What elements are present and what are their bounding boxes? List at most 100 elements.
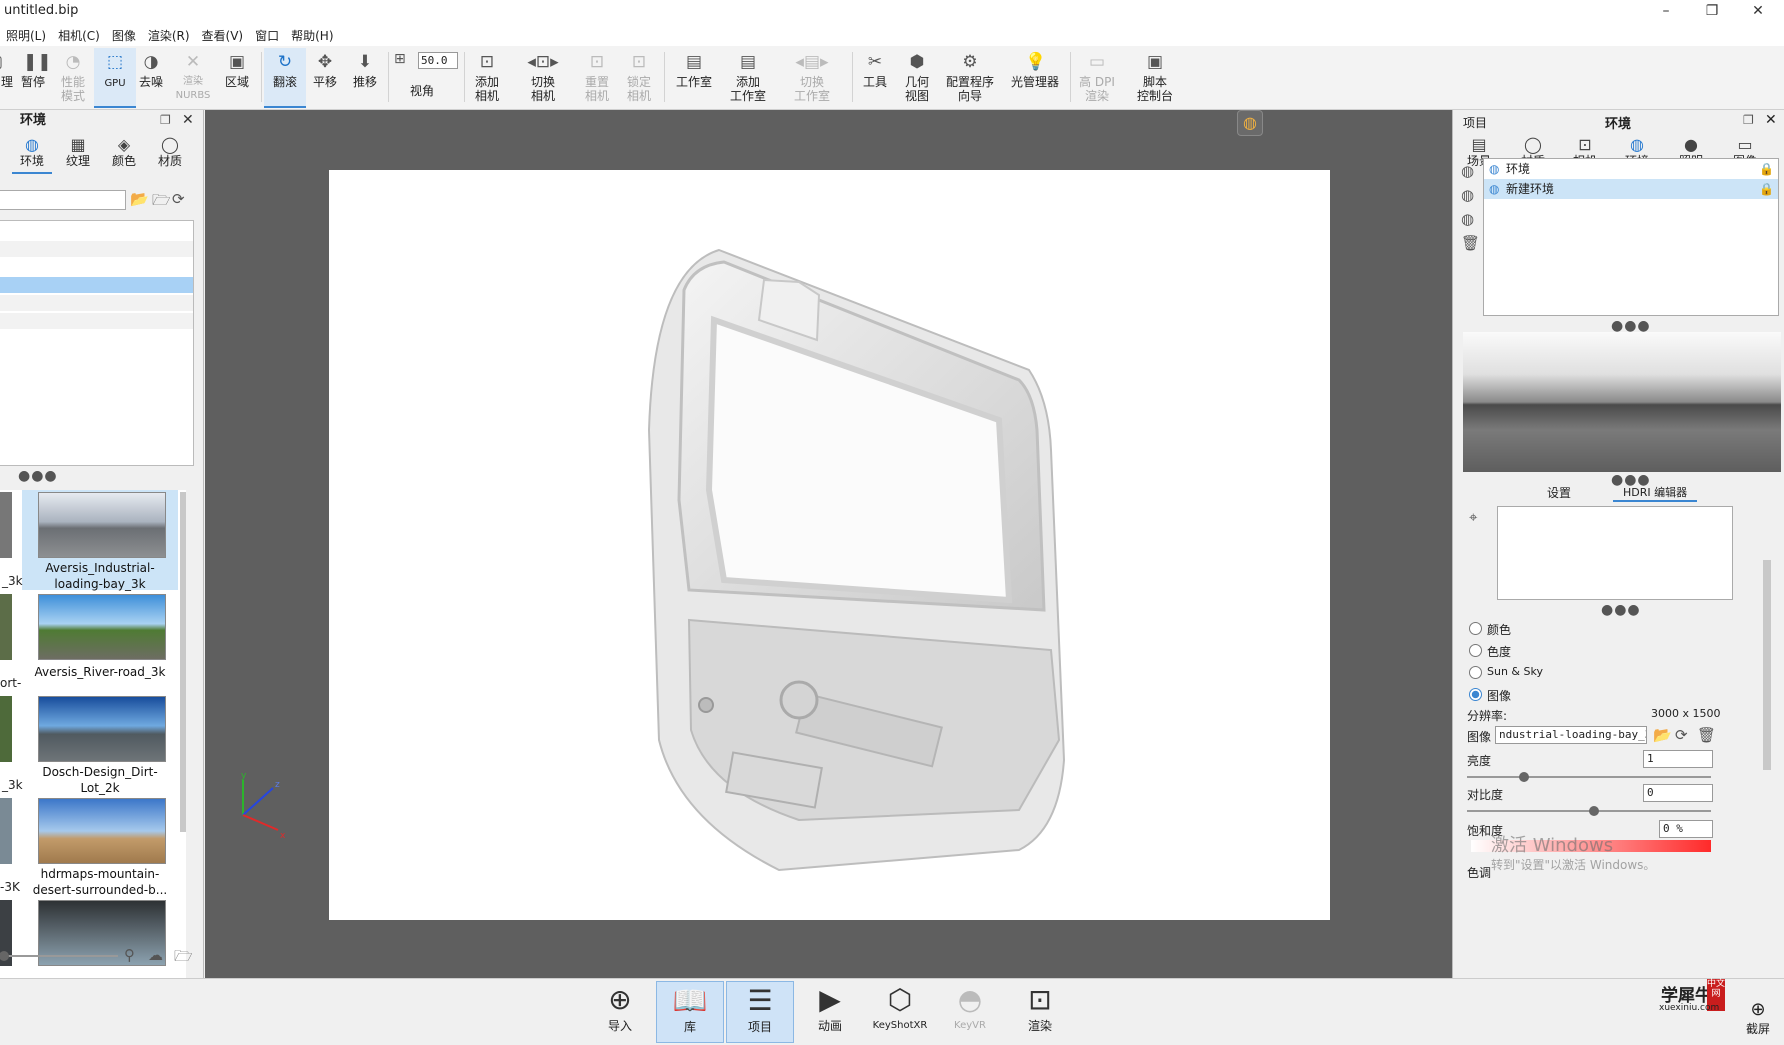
hdri-thumbnail[interactable] bbox=[0, 798, 12, 864]
panel-scrollbar[interactable] bbox=[1763, 560, 1771, 770]
delete-icon[interactable]: 🗑 bbox=[1461, 234, 1480, 252]
contrast-slider[interactable] bbox=[1467, 806, 1711, 816]
add-environment-icon[interactable]: ◍ bbox=[1461, 162, 1474, 180]
reset-camera-button[interactable]: ⊡ 重置 相机 bbox=[576, 48, 618, 108]
tab-settings[interactable]: 设置 bbox=[1547, 484, 1571, 501]
list-item[interactable] bbox=[0, 223, 193, 239]
switch-camera-button[interactable]: ◂⊡▸ 切换 相机 bbox=[518, 48, 568, 108]
tab-environment[interactable]: ◍环境 bbox=[12, 136, 52, 174]
hdri-preview[interactable] bbox=[1463, 332, 1781, 472]
list-item[interactable] bbox=[0, 295, 193, 311]
hdri-thumbnail[interactable] bbox=[38, 594, 166, 660]
contrast-input[interactable]: 0 bbox=[1643, 784, 1713, 802]
library-button[interactable]: 📖 库 bbox=[656, 981, 724, 1043]
script-console-button[interactable]: ▣ 脚本 控制台 bbox=[1134, 48, 1176, 108]
tab-material[interactable]: ◯材质 bbox=[150, 136, 190, 174]
configurator-wizard-button[interactable]: ⚙ 配置程序 向导 bbox=[940, 48, 1000, 108]
project-button[interactable]: ☰ 项目 bbox=[726, 981, 794, 1043]
tab-texture[interactable]: ▦ 纹理 bbox=[58, 136, 98, 174]
minimize-button[interactable]: – bbox=[1646, 0, 1686, 22]
list-item[interactable] bbox=[0, 259, 193, 275]
menu-lighting[interactable]: 照明(L) bbox=[0, 24, 52, 47]
fov-input[interactable]: 50.0 bbox=[418, 52, 458, 69]
folder-icon[interactable]: 📂 bbox=[130, 190, 149, 208]
thumbnail-size-slider[interactable] bbox=[0, 951, 118, 961]
bg-color-radio[interactable] bbox=[1469, 622, 1482, 635]
add-camera-button[interactable]: ⊡ 添加 相机 bbox=[466, 48, 508, 108]
thumbnail-scrollbar[interactable] bbox=[180, 492, 186, 832]
geometry-view-button[interactable]: ⬢ 几何 视图 bbox=[896, 48, 938, 108]
slider-knob[interactable] bbox=[1519, 772, 1529, 782]
saturation-input[interactable]: 0 % bbox=[1659, 820, 1713, 838]
switch-studio-button[interactable]: ◂▤▸ 切换 工作室 bbox=[782, 48, 842, 108]
delete-icon[interactable]: 🗑 bbox=[1697, 726, 1716, 744]
pan-button[interactable]: ✥ 平移 bbox=[304, 48, 346, 108]
render-viewport[interactable]: ◍ y z x bbox=[205, 110, 1452, 978]
close-button[interactable]: ✕ bbox=[1738, 0, 1778, 22]
undock-icon[interactable]: ❐ bbox=[160, 113, 171, 127]
slider-knob[interactable] bbox=[1589, 806, 1599, 816]
menu-camera[interactable]: 相机(C) bbox=[52, 24, 106, 47]
environment-settings-icon[interactable]: ◍ bbox=[1461, 210, 1474, 228]
render-canvas[interactable] bbox=[329, 170, 1330, 920]
close-icon[interactable]: ✕ bbox=[1765, 112, 1777, 128]
light-manager-button[interactable]: 💡 光管理器 bbox=[1006, 48, 1064, 108]
zoom-icon[interactable]: ⚲ bbox=[124, 946, 135, 964]
library-folder-list[interactable] bbox=[0, 220, 194, 466]
splitter-handle[interactable]: ●●● bbox=[1611, 473, 1651, 487]
import-button[interactable]: ⊕ 导入 bbox=[586, 981, 654, 1043]
menu-window[interactable]: 窗口 bbox=[249, 24, 285, 47]
keyvr-button[interactable]: ◓ KeyVR bbox=[936, 981, 1004, 1043]
folder-add-icon[interactable]: 🗁 bbox=[174, 946, 193, 971]
library-search-input[interactable] bbox=[0, 190, 126, 210]
list-item[interactable]: ◍ 新建环境 🔒 bbox=[1484, 179, 1778, 199]
environment-list[interactable]: ◍ 环境 🔒 ◍ 新建环境 🔒 bbox=[1483, 158, 1779, 316]
image-file-input[interactable]: ndustrial-loading-bay_3k.hdz bbox=[1495, 726, 1647, 744]
refresh-icon[interactable]: ⟳ bbox=[172, 190, 185, 208]
hdri-thumbnail[interactable] bbox=[38, 798, 166, 864]
undock-icon[interactable]: ❐ bbox=[1743, 113, 1754, 127]
tab-color[interactable]: ◈ 颜色 bbox=[104, 136, 144, 174]
close-icon[interactable]: ✕ bbox=[182, 112, 194, 128]
screenshot-button[interactable]: ⊕ 截屏 bbox=[1736, 999, 1780, 1037]
hdri-thumbnail[interactable] bbox=[0, 696, 12, 762]
splitter-handle[interactable]: ●●● bbox=[1611, 319, 1651, 333]
hdri-editor-canvas[interactable] bbox=[1497, 506, 1733, 600]
list-item[interactable] bbox=[0, 241, 193, 257]
hidpi-render-button[interactable]: ▭ 高 DPI 渲染 bbox=[1076, 48, 1118, 108]
refresh-icon[interactable]: ⟳ bbox=[1675, 726, 1688, 744]
splitter-handle[interactable]: ●●● bbox=[1601, 603, 1641, 617]
keyshotxr-button[interactable]: ⬡ KeyShotXR bbox=[866, 981, 934, 1043]
tools-button[interactable]: ✂ 工具 bbox=[854, 48, 896, 108]
menu-help[interactable]: 帮助(H) bbox=[285, 24, 339, 47]
cloud-icon[interactable]: ☁ bbox=[148, 946, 163, 964]
tumble-button[interactable]: ↻ 翻滚 bbox=[264, 48, 306, 108]
render-nurbs-button[interactable]: ✕ 渲染 NURBS bbox=[172, 48, 214, 108]
hdri-thumbnail[interactable] bbox=[0, 492, 12, 558]
bg-chroma-radio[interactable] bbox=[1469, 644, 1482, 657]
brightness-slider[interactable] bbox=[1467, 772, 1711, 782]
folder-add-icon[interactable]: 🗁 bbox=[152, 190, 171, 215]
performance-mode-button[interactable]: ◔ 性能 模式 bbox=[52, 48, 94, 108]
menu-view[interactable]: 查看(V) bbox=[196, 24, 250, 47]
bg-image-radio[interactable] bbox=[1469, 688, 1482, 701]
hdri-thumbnail[interactable] bbox=[0, 594, 12, 660]
denoise-button[interactable]: ◑ 去噪 bbox=[130, 48, 172, 108]
dolly-button[interactable]: ⬇ 推移 bbox=[344, 48, 386, 108]
list-item[interactable] bbox=[0, 313, 193, 329]
environment-overlay-icon[interactable]: ◍ bbox=[1237, 110, 1263, 136]
splitter-handle[interactable]: ●●● bbox=[18, 469, 58, 483]
pause-button[interactable]: ❚❚ 暂停 bbox=[12, 48, 54, 108]
crosshair-icon[interactable]: ⌖ bbox=[1469, 508, 1477, 526]
lock-camera-button[interactable]: ⊡ 锁定 相机 bbox=[618, 48, 660, 108]
tab-hdri-editor[interactable]: HDRI 编辑器 bbox=[1613, 484, 1698, 502]
animation-button[interactable]: ▶ 动画 bbox=[796, 981, 864, 1043]
hdri-thumbnail[interactable] bbox=[38, 696, 166, 762]
add-studio-button[interactable]: ▤ 添加 工作室 bbox=[722, 48, 774, 108]
list-item[interactable]: ◍ 环境 🔒 bbox=[1484, 159, 1778, 179]
menu-image[interactable]: 图像 bbox=[106, 24, 142, 47]
render-button[interactable]: ⊡ 渲染 bbox=[1006, 981, 1074, 1043]
menu-render[interactable]: 渲染(R) bbox=[142, 24, 196, 47]
maximize-button[interactable]: ❐ bbox=[1692, 0, 1732, 22]
studio-button[interactable]: ▤ 工作室 bbox=[668, 48, 720, 108]
